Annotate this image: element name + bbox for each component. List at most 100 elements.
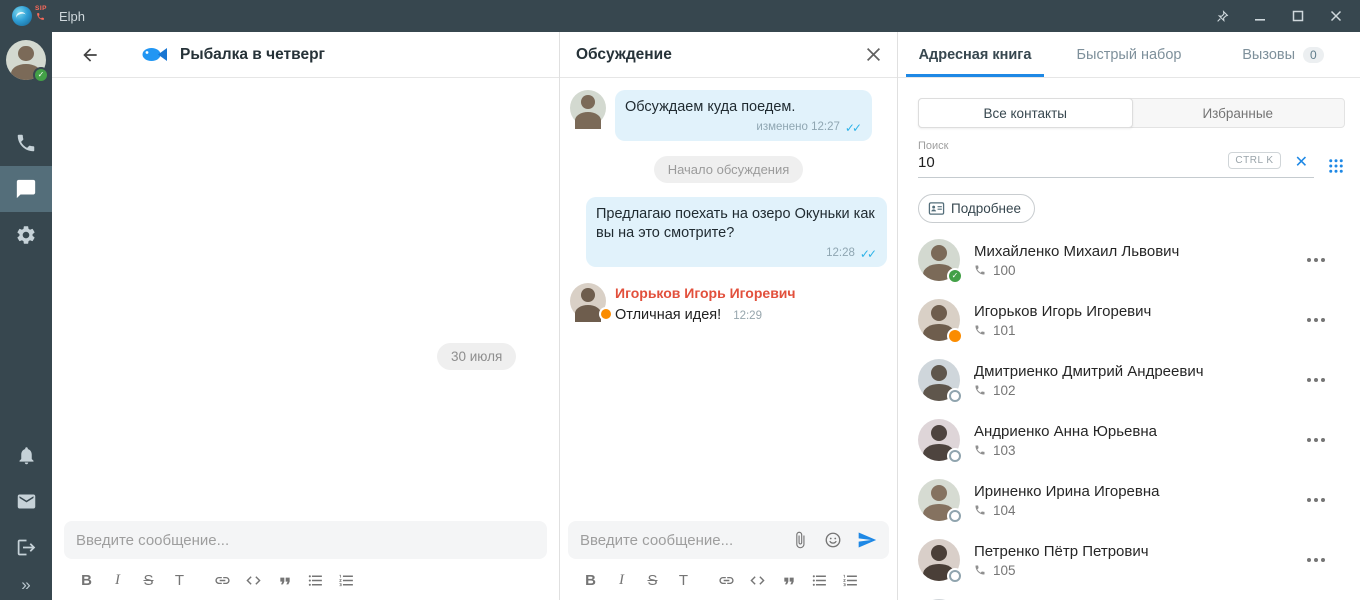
text-format-button[interactable]: T — [675, 572, 692, 589]
nav-chats-button[interactable] — [0, 166, 52, 212]
message-meta: изменено 12:27 — [756, 120, 839, 136]
contact-row[interactable]: Михайленко Михаил Львович 100 — [918, 230, 1345, 290]
offline-status-badge — [949, 510, 961, 522]
maximize-button[interactable] — [1290, 8, 1306, 24]
back-button[interactable] — [78, 43, 102, 67]
contact-phone: 101 — [993, 323, 1016, 338]
away-status-badge — [601, 309, 611, 319]
phone-icon — [15, 132, 37, 154]
chat-message-area[interactable]: 30 июля — [52, 78, 559, 521]
italic-button[interactable]: I — [109, 572, 126, 589]
mail-icon — [16, 491, 37, 512]
numbered-list-button[interactable] — [842, 572, 859, 589]
send-button[interactable] — [857, 530, 877, 550]
search-shortcut-badge: CTRL K — [1228, 152, 1280, 169]
nav-settings-button[interactable] — [0, 212, 52, 258]
italic-button[interactable]: I — [613, 572, 630, 589]
numbered-list-button[interactable] — [338, 572, 355, 589]
tab-calls[interactable]: Вызовы 0 — [1206, 32, 1360, 77]
apps-grid-button[interactable] — [1327, 157, 1345, 175]
tab-speed-dial[interactable]: Быстрый набор — [1052, 32, 1206, 77]
nav-calls-button[interactable] — [0, 120, 52, 166]
contact-row[interactable]: Ириненко Ирина Игоревна 104 — [918, 470, 1345, 530]
read-receipt-icon — [860, 246, 877, 262]
contact-name: Ириненко Ирина Игоревна — [974, 483, 1301, 500]
discussion-message-input[interactable] — [580, 532, 783, 549]
strikethrough-button[interactable]: S — [140, 572, 157, 589]
titlebar: SIP Elph — [0, 0, 1360, 32]
phone-icon — [974, 324, 986, 336]
subtab-all-contacts[interactable]: Все контакты — [918, 98, 1133, 128]
code-button[interactable] — [749, 572, 766, 589]
date-separator-chip: 30 июля — [437, 343, 516, 370]
contact-more-button[interactable] — [1301, 552, 1331, 568]
contact-name: Петренко Пётр Петрович — [974, 543, 1301, 560]
phone-icon — [974, 384, 986, 396]
subtab-favorites[interactable]: Избранные — [1132, 99, 1345, 127]
close-button[interactable] — [1328, 8, 1344, 24]
subtab-label: Избранные — [1202, 106, 1273, 121]
user-avatar[interactable] — [6, 40, 46, 80]
bold-button[interactable]: B — [582, 572, 599, 589]
discussion-header: Обсуждение — [560, 32, 897, 78]
contact-row[interactable]: Дмитриенко Дмитрий Андреевич 102 — [918, 350, 1345, 410]
message-sender: Игорьков Игорь Игоревич — [615, 285, 796, 301]
quote-button[interactable] — [276, 573, 293, 589]
app-shell: » Рыбалка в четверг 30 июля B I S T — [0, 32, 1360, 600]
discussion-close-button[interactable] — [866, 47, 881, 62]
details-button[interactable]: Подробнее — [918, 194, 1035, 223]
read-receipt-icon — [845, 120, 862, 136]
contact-more-button[interactable] — [1301, 432, 1331, 448]
nav-notifications-button[interactable] — [0, 432, 52, 478]
quote-icon — [781, 573, 797, 589]
contact-row[interactable]: Андриенко Анна Юрьевна 103 — [918, 410, 1345, 470]
emoji-button[interactable] — [824, 531, 842, 549]
nav-expand-button[interactable]: » — [0, 570, 52, 600]
chat-format-toolbar: B I S T — [64, 559, 547, 600]
attach-file-button[interactable] — [791, 531, 809, 549]
message-text: Отличная идея! — [615, 307, 721, 323]
message-meta: 12:28 — [826, 246, 855, 262]
search-clear-button[interactable]: ✕ — [1295, 155, 1308, 171]
contact-name: Андриенко Анна Юрьевна — [974, 423, 1301, 440]
contact-more-button[interactable] — [1301, 312, 1331, 328]
nav-logout-button[interactable] — [0, 524, 52, 570]
numbered-list-icon — [338, 572, 355, 589]
link-button[interactable] — [718, 572, 735, 589]
phone-icon — [974, 264, 986, 276]
chat-message-input[interactable] — [76, 532, 535, 549]
strikethrough-button[interactable]: S — [644, 572, 661, 589]
quote-button[interactable] — [780, 573, 797, 589]
bold-button[interactable]: B — [78, 572, 95, 589]
nav-mail-button[interactable] — [0, 478, 52, 524]
pin-button[interactable] — [1214, 8, 1230, 24]
contact-more-button[interactable] — [1301, 252, 1331, 268]
code-button[interactable] — [245, 572, 262, 589]
contact-row[interactable]: Петренко Пётр Петрович 105 — [918, 530, 1345, 590]
contact-name: Игорьков Игорь Игоревич — [974, 303, 1301, 320]
contact-more-button[interactable] — [1301, 372, 1331, 388]
contact-row[interactable]: Игорьков Игорь Игоревич 101 — [918, 290, 1345, 350]
contact-row[interactable] — [918, 590, 1345, 600]
bullet-list-button[interactable] — [811, 572, 828, 589]
code-icon — [245, 572, 262, 589]
contact-avatar — [918, 239, 960, 281]
send-icon — [857, 530, 877, 550]
bell-icon — [16, 445, 37, 466]
search-input[interactable] — [918, 154, 1228, 171]
contact-phone: 104 — [993, 503, 1016, 518]
contact-more-button[interactable] — [1301, 492, 1331, 508]
link-icon — [718, 572, 735, 589]
minimize-button[interactable] — [1252, 8, 1268, 24]
discussion-message-area[interactable]: Обсуждаем куда поедем. изменено 12:27 На… — [560, 78, 897, 521]
tab-label: Быстрый набор — [1077, 47, 1182, 63]
chat-panel: Рыбалка в четверг 30 июля B I S T — [52, 32, 560, 600]
contact-list[interactable]: Михайленко Михаил Львович 100 Иго — [918, 230, 1345, 600]
tab-address-book[interactable]: Адресная книга — [898, 32, 1052, 77]
bullet-list-button[interactable] — [307, 572, 324, 589]
close-icon — [1330, 10, 1342, 22]
text-format-button[interactable]: T — [171, 572, 188, 589]
link-button[interactable] — [214, 572, 231, 589]
search-row: Поиск CTRL K ✕ — [918, 140, 1345, 178]
minimize-icon — [1254, 10, 1266, 22]
